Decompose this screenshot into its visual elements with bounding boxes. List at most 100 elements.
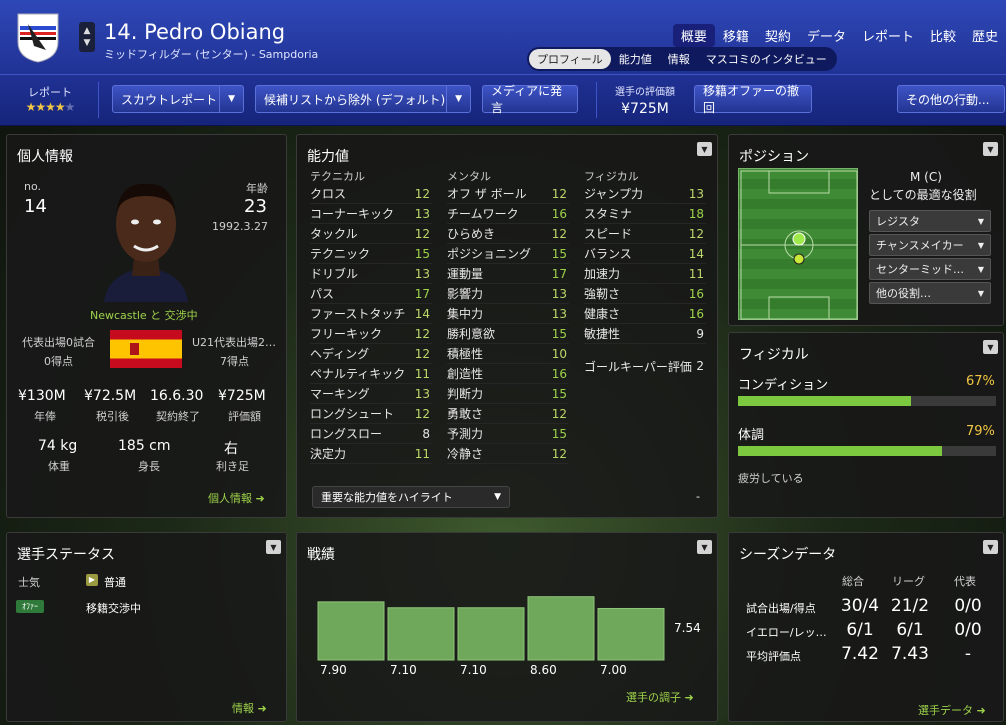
tab-history[interactable]: 歴史 [964, 24, 1006, 47]
technical-attribute-row: コーナーキック 13 [310, 204, 432, 224]
panel-title: 戦績 [307, 547, 335, 563]
attribute-name: コーナーキック [310, 207, 395, 221]
technical-attribute-row: ロングスロー 8 [310, 424, 432, 444]
withdraw-offer-button[interactable]: 移籍オファーの撤回 [694, 84, 812, 115]
attribute-name: ジャンプ力 [584, 187, 644, 201]
panel-menu-icon[interactable]: ▼ [983, 540, 998, 554]
status-info-link[interactable]: 情報 ➜ [232, 700, 267, 716]
technical-attribute-row: タックル 12 [310, 224, 432, 244]
media-button[interactable]: メディアに発言 [482, 84, 578, 115]
attribute-value: 15 [551, 426, 567, 441]
remove-shortlist-button[interactable]: 候補リストから除外 (デフォルト) ▼ [255, 85, 471, 113]
form-bar-label: 7.10 [390, 663, 417, 677]
attribute-value: 15 [414, 246, 430, 261]
physical-heading: フィジカル [584, 170, 639, 183]
height-value: 185 cm [118, 438, 171, 454]
attribute-name: 敏捷性 [584, 327, 621, 341]
form-bar-label: 7.00 [600, 663, 627, 677]
tab-overview[interactable]: 概要 [672, 24, 715, 47]
attribute-name: テクニック [310, 247, 371, 261]
panel-menu-icon[interactable]: ▼ [983, 142, 998, 156]
scout-report-button[interactable]: スカウトレポート ▼ [112, 85, 244, 113]
subtab-info[interactable]: 情報 [660, 49, 698, 69]
panel-menu-icon[interactable]: ▼ [983, 340, 998, 354]
role-select-other[interactable]: 他の役割… ▼ [869, 282, 991, 304]
subtab-profile[interactable]: プロフィール [529, 49, 611, 69]
attribute-value: 16 [688, 286, 704, 301]
date-of-birth: 1992.3.27 [212, 220, 268, 233]
tab-compare[interactable]: 比較 [922, 24, 964, 47]
attribute-name: スタミナ [584, 207, 633, 221]
player-position-club: ミッドフィルダー (センター) - Sampdoria [104, 48, 319, 61]
role-select-central-mid[interactable]: センターミッド… ▼ [869, 258, 991, 280]
mental-attribute-row: 判断力 15 [447, 384, 569, 404]
season-row-label: 試合出場/得点 [746, 602, 816, 615]
attribute-name: タックル [310, 227, 358, 241]
chevron-down-icon: ▼ [494, 492, 501, 502]
attribute-value: 13 [551, 286, 567, 301]
personal-info-link[interactable]: 個人情報 ➜ [208, 490, 265, 506]
player-form-link[interactable]: 選手の調子 ➜ [626, 689, 694, 705]
attribute-name: 健康さ [584, 307, 621, 321]
tab-report[interactable]: レポート [854, 24, 922, 47]
mental-attribute-row: チームワーク 16 [447, 204, 569, 224]
weight-value: 74 kg [38, 438, 78, 454]
player-nav-arrows[interactable]: ▲ ▼ [79, 22, 95, 52]
up-arrow-icon[interactable]: ▲ [84, 25, 91, 37]
top-nav: 概要 移籍 契約 データ レポート 比較 歴史 [672, 24, 1006, 47]
value-label: 選手の評価額 [615, 87, 675, 98]
mental-attribute-row: 運動量 17 [447, 264, 569, 284]
attribute-value: 12 [414, 326, 430, 341]
attribute-name: 勇敢さ [447, 407, 484, 421]
other-actions-button[interactable]: その他の行動... [897, 85, 1005, 113]
highlight-attributes-select[interactable]: 重要な能力値をハイライト ▼ [312, 486, 510, 508]
attribute-name: 集中力 [447, 307, 484, 321]
form-bar-label: 7.90 [320, 663, 347, 677]
attribute-name: ヘディング [310, 347, 370, 361]
attribute-value: 11 [688, 266, 704, 281]
technical-attribute-row: マーキング 13 [310, 384, 432, 404]
condition-value: 67% [966, 374, 995, 389]
form-bar-label: 7.10 [460, 663, 487, 677]
panel-menu-icon[interactable]: ▼ [697, 540, 712, 554]
season-stat-value: 0/0 [954, 596, 982, 616]
player-data-link[interactable]: 選手データ ➜ [918, 702, 986, 718]
chevron-down-icon[interactable]: ▼ [219, 86, 235, 112]
attribute-value: 15 [551, 326, 567, 341]
role-select-playmaker[interactable]: チャンスメイカー ▼ [869, 234, 991, 256]
panel-menu-icon[interactable]: ▼ [266, 540, 281, 554]
number-label: no. [24, 180, 42, 193]
attribute-name: フリーキック [310, 327, 383, 341]
down-arrow-icon[interactable]: ▼ [84, 37, 91, 49]
role-select-regista[interactable]: レジスタ ▼ [869, 210, 991, 232]
club-crest-icon[interactable] [16, 12, 60, 64]
attribute-value: 13 [688, 186, 704, 201]
value-amount: ¥725M [621, 101, 669, 117]
mental-attribute-row: 影響力 13 [447, 284, 569, 304]
attribute-value: 12 [414, 226, 430, 241]
chevron-down-icon[interactable]: ▼ [446, 86, 462, 112]
condition-bar-fill [738, 396, 911, 406]
spain-flag-icon [110, 330, 182, 368]
subtab-interview[interactable]: マスコミのインタビュー [698, 49, 835, 69]
morale-value: 普通 [104, 576, 126, 589]
technical-attribute-row: フリーキック 12 [310, 324, 432, 344]
wage-value: ¥130M [18, 388, 66, 404]
season-stat-value: 21/2 [890, 596, 930, 616]
tab-transfer[interactable]: 移籍 [715, 24, 757, 47]
technical-attribute-row: ヘディング 12 [310, 344, 432, 364]
attribute-name: バランス [584, 247, 632, 261]
panel-title: 個人情報 [17, 149, 73, 165]
season-stat-value: - [964, 644, 972, 664]
subtab-attributes[interactable]: 能力値 [611, 49, 660, 69]
transfer-status-note[interactable]: Newcastle と 交渉中 [90, 307, 198, 323]
attribute-value: 12 [551, 226, 567, 241]
tab-contract[interactable]: 契約 [757, 24, 799, 47]
physical-attribute-row: 敏捷性 9 [584, 324, 706, 344]
form-bar [387, 607, 455, 661]
international-goals: 0得点 [44, 355, 73, 368]
tab-data[interactable]: データ [799, 24, 854, 47]
player-value: 選手の評価額 ¥725M [610, 83, 680, 117]
panel-menu-icon[interactable]: ▼ [697, 142, 712, 156]
foot-value: 右 [224, 441, 238, 457]
